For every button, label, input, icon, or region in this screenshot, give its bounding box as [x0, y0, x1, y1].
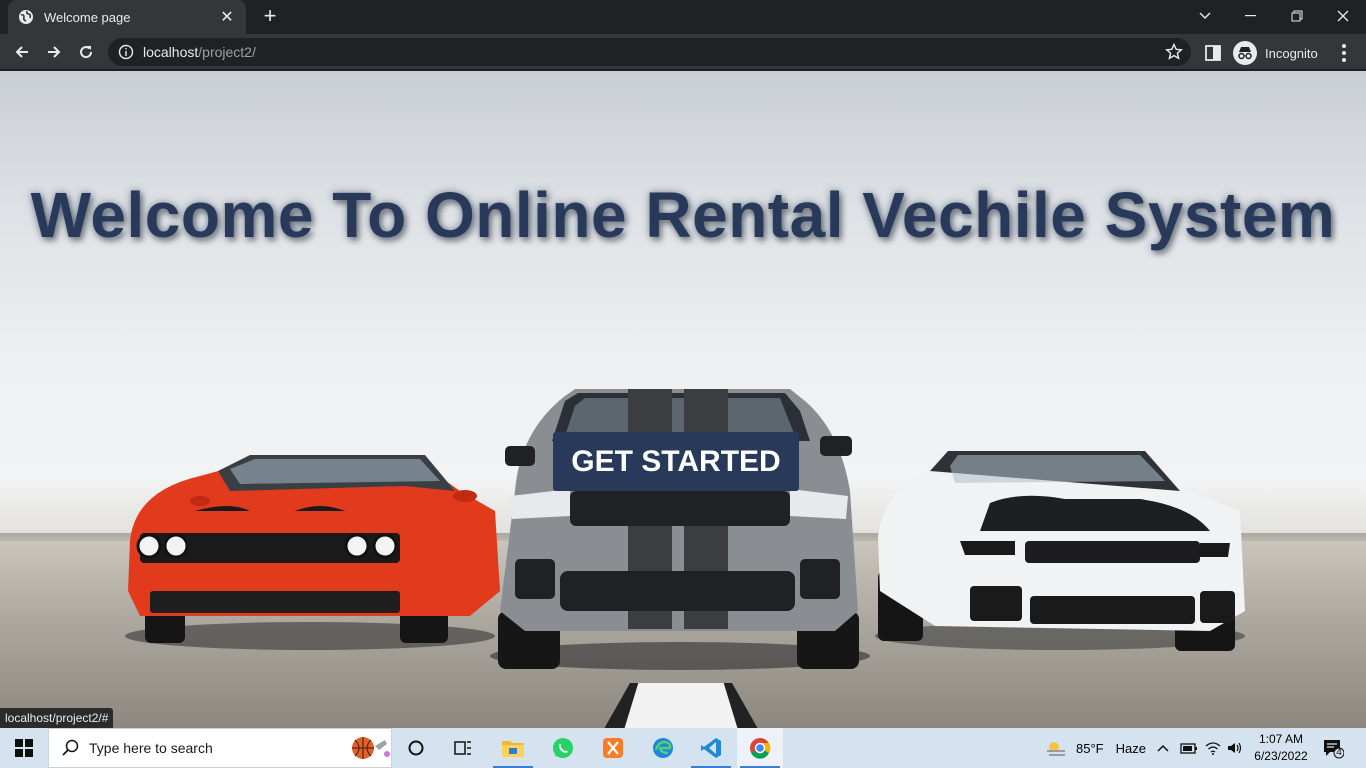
address-bar[interactable]: localhost/project2/: [108, 38, 1191, 66]
show-hidden-icons-button[interactable]: [1156, 728, 1170, 768]
clock-time: 1:07 AM: [1258, 732, 1304, 746]
clock-date: 6/23/2022: [1254, 749, 1308, 763]
network-button[interactable]: [1205, 728, 1221, 768]
globe-icon: [19, 10, 33, 24]
info-icon[interactable]: [118, 44, 134, 60]
url-path: /project2/: [198, 44, 256, 60]
cortana-circle-icon: [408, 740, 424, 756]
chevron-up-icon: [1157, 744, 1169, 752]
volume-button[interactable]: [1227, 728, 1243, 768]
battery-button[interactable]: [1180, 728, 1198, 768]
chrome-icon: [750, 738, 771, 759]
side-panel-icon[interactable]: [1203, 43, 1223, 63]
incognito-label: Incognito: [1265, 45, 1318, 61]
chrome-button[interactable]: [737, 728, 783, 768]
file-explorer-button[interactable]: [490, 728, 536, 768]
cortana-button[interactable]: [393, 728, 439, 768]
reload-icon: [80, 46, 93, 59]
white-car: [875, 449, 1245, 651]
search-placeholder: Type here to search: [89, 740, 213, 756]
new-tab-button[interactable]: +: [258, 5, 282, 29]
tab-title: Welcome page: [44, 9, 131, 25]
speaker-icon: [1228, 742, 1242, 754]
close-icon: [1337, 10, 1349, 22]
back-button[interactable]: [8, 38, 36, 66]
notification-count: 4: [1336, 747, 1342, 758]
xampp-icon: [603, 738, 623, 758]
weather-desc: Haze: [1115, 740, 1146, 756]
task-view-icon: [454, 741, 471, 755]
minimize-icon: [1245, 15, 1256, 17]
vscode-button[interactable]: [688, 728, 734, 768]
whatsapp-button[interactable]: [540, 728, 586, 768]
close-window-button[interactable]: [1320, 0, 1366, 32]
arrow-left-icon: [15, 46, 28, 58]
start-button[interactable]: [0, 728, 48, 768]
incognito-icon: [1233, 41, 1257, 65]
browser-toolbar: localhost/project2/ Incognito: [0, 34, 1366, 70]
bookmark-star-icon[interactable]: [1165, 43, 1183, 61]
xampp-button[interactable]: [590, 728, 636, 768]
taskbar-search-box[interactable]: Type here to search: [48, 728, 392, 768]
tab-strip: Welcome page ✕ +: [0, 0, 1366, 34]
weather-temp: 85°F: [1076, 740, 1104, 756]
battery-icon: [1180, 743, 1197, 754]
whatsapp-icon: [553, 738, 573, 758]
get-started-button[interactable]: GET STARTED: [553, 432, 799, 491]
hero-cars-image: [125, 389, 1245, 670]
action-center-button[interactable]: 4: [1322, 737, 1345, 759]
link-status-bar: localhost/project2/#: [0, 708, 114, 728]
url-host: localhost: [143, 44, 199, 60]
restore-icon: [1291, 10, 1303, 22]
forward-button[interactable]: [40, 38, 68, 66]
search-icon: [62, 739, 79, 756]
incognito-profile-button[interactable]: Incognito: [1233, 39, 1318, 67]
page-viewport: Welcome To Online Rental Vechile System: [0, 71, 1366, 728]
tab-search-button[interactable]: [1182, 0, 1228, 32]
browser-tab[interactable]: Welcome page ✕: [8, 0, 246, 34]
vscode-icon: [701, 738, 721, 758]
browser-menu-button[interactable]: [1334, 41, 1354, 65]
reload-button[interactable]: [72, 38, 100, 66]
weather-widget[interactable]: 85°F Haze: [1044, 728, 1146, 768]
arrow-right-icon: [48, 46, 61, 58]
weather-haze-icon: [1047, 742, 1065, 756]
minimize-button[interactable]: [1228, 0, 1274, 32]
windows-taskbar: Type here to search 85°F Haze 1:07 AM 6/…: [0, 728, 1366, 768]
chevron-down-icon: [1199, 12, 1211, 19]
wifi-icon: [1205, 742, 1221, 755]
edge-button[interactable]: [640, 728, 686, 768]
taskbar-clock[interactable]: 1:07 AM 6/23/2022: [1248, 731, 1314, 765]
windows-logo-icon: [15, 739, 33, 757]
restore-button[interactable]: [1274, 0, 1320, 32]
edge-icon: [653, 738, 673, 758]
red-car: [125, 455, 500, 650]
folder-icon: [502, 741, 524, 757]
task-view-button[interactable]: [440, 728, 486, 768]
search-highlight-basketball-icon: [352, 737, 390, 759]
tab-close-icon[interactable]: ✕: [218, 7, 236, 27]
